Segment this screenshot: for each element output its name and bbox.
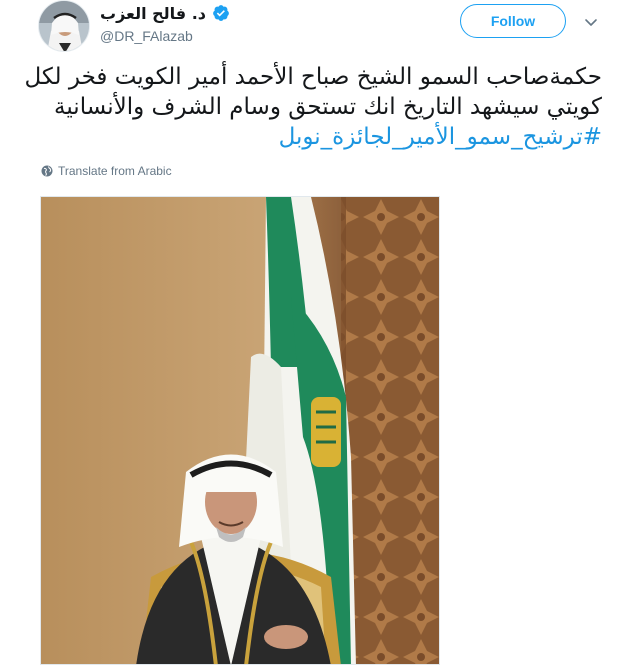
chevron-down-icon[interactable]: [583, 14, 599, 30]
tweet-photo[interactable]: [40, 196, 440, 665]
follow-button[interactable]: Follow: [460, 4, 566, 38]
author-name-row: د. فالح العزب: [100, 2, 300, 24]
flag-emblem-icon: [311, 397, 341, 467]
tweet-text: حكمةصاحب السمو الشيخ صباح الأحمد أمير ال…: [24, 62, 602, 152]
author-avatar[interactable]: [38, 0, 90, 52]
author-display-name[interactable]: د. فالح العزب: [100, 4, 206, 23]
translate-link[interactable]: Translate from Arabic: [41, 164, 172, 178]
photo-image: [41, 197, 439, 664]
tweet-header: د. فالح العزب @DR_FAlazab Follow: [0, 0, 640, 52]
tweet-card: د. فالح العزب @DR_FAlazab Follow حكمةصاح…: [0, 0, 640, 665]
author-info: د. فالح العزب @DR_FAlazab: [100, 2, 300, 44]
tweet-text-line: كويتي سيشهد التاريخ انك تستحق وسام الشرف…: [54, 94, 602, 120]
globe-icon: [41, 165, 53, 177]
author-handle[interactable]: @DR_FAlazab: [100, 28, 300, 44]
translate-label: Translate from Arabic: [58, 164, 172, 178]
hashtag-link[interactable]: #ترشيح_سمو_الأمير_لجائزة_نوبل: [36, 122, 602, 152]
avatar-image: [39, 1, 89, 51]
verified-badge-icon: [212, 4, 230, 22]
tweet-text-line: حكمةصاحب السمو الشيخ صباح الأحمد أمير ال…: [24, 64, 602, 90]
